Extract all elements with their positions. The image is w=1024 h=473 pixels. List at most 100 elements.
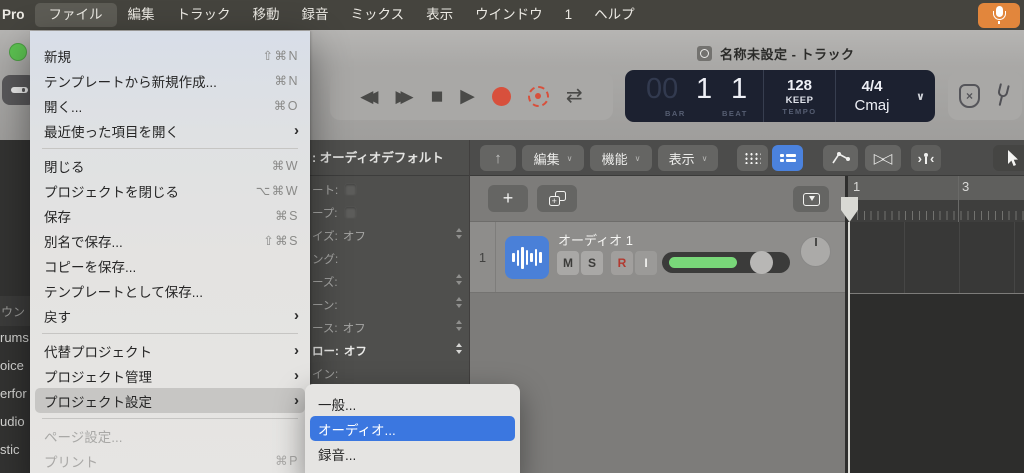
inspector-row-transpose: ーズ: <box>310 270 469 293</box>
play-button[interactable]: ▶ <box>460 87 475 106</box>
menubar-item-file[interactable]: ファイル <box>34 3 117 27</box>
track-view-button[interactable] <box>772 145 803 171</box>
add-track-button[interactable]: + <box>488 185 528 212</box>
menu-item-close[interactable]: 閉じる ⌘W <box>30 153 310 178</box>
track-header-audio-1[interactable]: 1 オーディオ 1 M S R I <box>470 222 845 293</box>
menubar-item-mix[interactable]: ミックス <box>340 0 416 30</box>
forward-button[interactable]: ▶▶ <box>395 88 413 105</box>
bar-gridline <box>1014 222 1015 293</box>
submenu-item-recording[interactable]: 録音... <box>305 441 520 466</box>
lcd-options-chevron[interactable]: ∨ <box>908 70 933 122</box>
library-panel: ウン rums oice erfor udio stic <box>0 140 30 473</box>
track-list-empty-area[interactable] <box>470 294 845 473</box>
volume-knob[interactable] <box>750 251 773 274</box>
menubar-item-view[interactable]: 表示 <box>415 0 464 30</box>
library-item[interactable]: erfor <box>0 386 27 401</box>
functions-dropdown-label: 機能 <box>601 151 628 167</box>
lcd-tempo-label: TEMPO <box>782 106 817 116</box>
bar-ruler[interactable]: 1 3 <box>848 176 1024 222</box>
menu-item-revert-to[interactable]: 戻す › <box>30 303 310 328</box>
menu-item-new[interactable]: 新規 ⇧⌘N <box>30 43 310 68</box>
flex-button[interactable]: ▷◁ <box>865 145 901 171</box>
lcd-time-signature: 4/4 <box>861 78 883 95</box>
record-button[interactable] <box>491 86 511 106</box>
catch-up-button[interactable]: ↑ <box>480 145 516 171</box>
menubar-item-navigate[interactable]: 移動 <box>242 0 291 30</box>
menu-item-new-from-template[interactable]: テンプレートから新規作成... ⌘N <box>30 68 310 93</box>
menubar-item-help[interactable]: ヘルプ <box>583 0 646 30</box>
input-monitor-button[interactable]: I <box>635 251 657 275</box>
menubar-item-track[interactable]: トラック <box>166 0 242 30</box>
stepper-icon[interactable] <box>456 228 462 239</box>
solo-off-icon[interactable]: × <box>959 84 980 108</box>
traffic-light-green[interactable] <box>9 43 27 61</box>
stop-button[interactable]: ■ <box>431 86 444 107</box>
snap-button[interactable]: › ‹ <box>911 145 941 171</box>
menu-item-print[interactable]: プリント ⌘P <box>30 448 310 473</box>
menu-item-alternatives[interactable]: 代替プロジェクト › <box>30 338 310 363</box>
menu-item-close-project[interactable]: プロジェクトを閉じる ⌥⌘W <box>30 178 310 203</box>
header-right-tools: × <box>948 72 1022 120</box>
functions-dropdown[interactable]: 機能 ∨ <box>590 145 652 171</box>
pointer-tool-button[interactable] <box>993 145 1024 171</box>
loop-checkbox[interactable] <box>343 206 357 219</box>
menu-item-save-as[interactable]: 別名で保存... ⇧⌘S <box>30 228 310 253</box>
lcd-position-section[interactable]: 00 1 1 BAR BEAT <box>625 70 763 122</box>
menubar-app-name[interactable]: Pro <box>0 0 35 30</box>
menu-separator <box>42 147 298 149</box>
solo-button[interactable]: S <box>581 251 603 275</box>
menu-item-open-recent[interactable]: 最近使った項目を開く › <box>30 118 310 143</box>
region-inspector-header[interactable]: : オーディオデフォルト <box>310 140 469 176</box>
menubar-item-window[interactable]: ウインドウ <box>464 0 554 30</box>
stepper-icon[interactable] <box>456 343 462 354</box>
file-menu: 新規 ⇧⌘N テンプレートから新規作成... ⌘N 開く... ⌘O 最近使った… <box>30 31 310 473</box>
track-import-button[interactable] <box>793 186 829 212</box>
library-item[interactable]: udio <box>0 414 25 429</box>
view-dropdown-label: 表示 <box>668 151 695 167</box>
duplicate-track-button[interactable]: + <box>537 185 577 212</box>
stepper-icon[interactable] <box>456 297 462 308</box>
edit-dropdown[interactable]: 編集 ∨ <box>522 145 584 171</box>
menu-item-project-settings[interactable]: プロジェクト設定 › <box>35 388 305 413</box>
menu-item-save-a-copy[interactable]: コピーを保存... <box>30 253 310 278</box>
submenu-item-audio[interactable]: オーディオ... <box>310 416 515 441</box>
project-settings-submenu: 一般... オーディオ... 録音... <box>305 384 520 473</box>
stepper-icon[interactable] <box>456 320 462 331</box>
stepper-icon[interactable] <box>456 274 462 285</box>
submenu-item-general[interactable]: 一般... <box>305 391 520 416</box>
menu-item-save[interactable]: 保存 ⌘S <box>30 203 310 228</box>
menu-item-project-management[interactable]: プロジェクト管理 › <box>30 363 310 388</box>
mute-checkbox[interactable] <box>344 183 358 196</box>
capture-record-button[interactable] <box>527 85 549 107</box>
mute-button[interactable]: M <box>557 251 579 275</box>
track-name[interactable]: オーディオ 1 <box>558 230 633 249</box>
cycle-button[interactable]: ⇄ <box>566 86 583 106</box>
library-item[interactable]: stic <box>0 442 20 457</box>
window-title: 名称未設定 - トラック <box>720 47 855 62</box>
library-item[interactable]: rums <box>0 330 29 345</box>
lcd-tempo-section[interactable]: 128 KEEP TEMPO <box>763 70 836 122</box>
menu-item-open[interactable]: 開く... ⌘O <box>30 93 310 118</box>
menu-item-save-as-template[interactable]: テンプレートとして保存... <box>30 278 310 303</box>
region-inspector-rows: ート: ープ: イズ: オフ ング: ーズ: ーン: ース: オフ ロー: オフ… <box>310 178 469 385</box>
volume-slider[interactable] <box>662 251 790 274</box>
view-dropdown[interactable]: 表示 ∨ <box>658 145 718 171</box>
menubar-item-edit[interactable]: 編集 <box>117 0 166 30</box>
lcd-key-section[interactable]: 4/4 Cmaj <box>836 70 908 122</box>
library-item[interactable]: oice <box>0 358 24 373</box>
arrange-track-lane[interactable] <box>848 222 1024 293</box>
record-enable-button[interactable]: R <box>611 251 633 275</box>
rewind-button[interactable]: ◀◀ <box>360 88 378 105</box>
menu-item-page-setup[interactable]: ページ設定... <box>30 423 310 448</box>
audio-track-waveform-icon[interactable] <box>505 236 549 279</box>
chevron-down-icon: ∨ <box>566 153 573 163</box>
grid-view-button[interactable] <box>737 145 768 171</box>
arrange-empty-area[interactable] <box>848 294 1024 473</box>
tuner-fork-icon[interactable] <box>990 81 1014 111</box>
pan-knob[interactable] <box>800 236 831 267</box>
menubar-item-record[interactable]: 録音 <box>291 0 340 30</box>
automation-button[interactable] <box>823 145 858 171</box>
microphone-menubar-button[interactable] <box>978 2 1020 28</box>
menubar-item-script[interactable]: 1 <box>554 0 584 30</box>
logic-pro-screen: 名称未設定 - トラック ◀◀ ▶▶ ■ ▶ ⇄ 00 1 1 BAR BEAT… <box>0 0 1024 473</box>
